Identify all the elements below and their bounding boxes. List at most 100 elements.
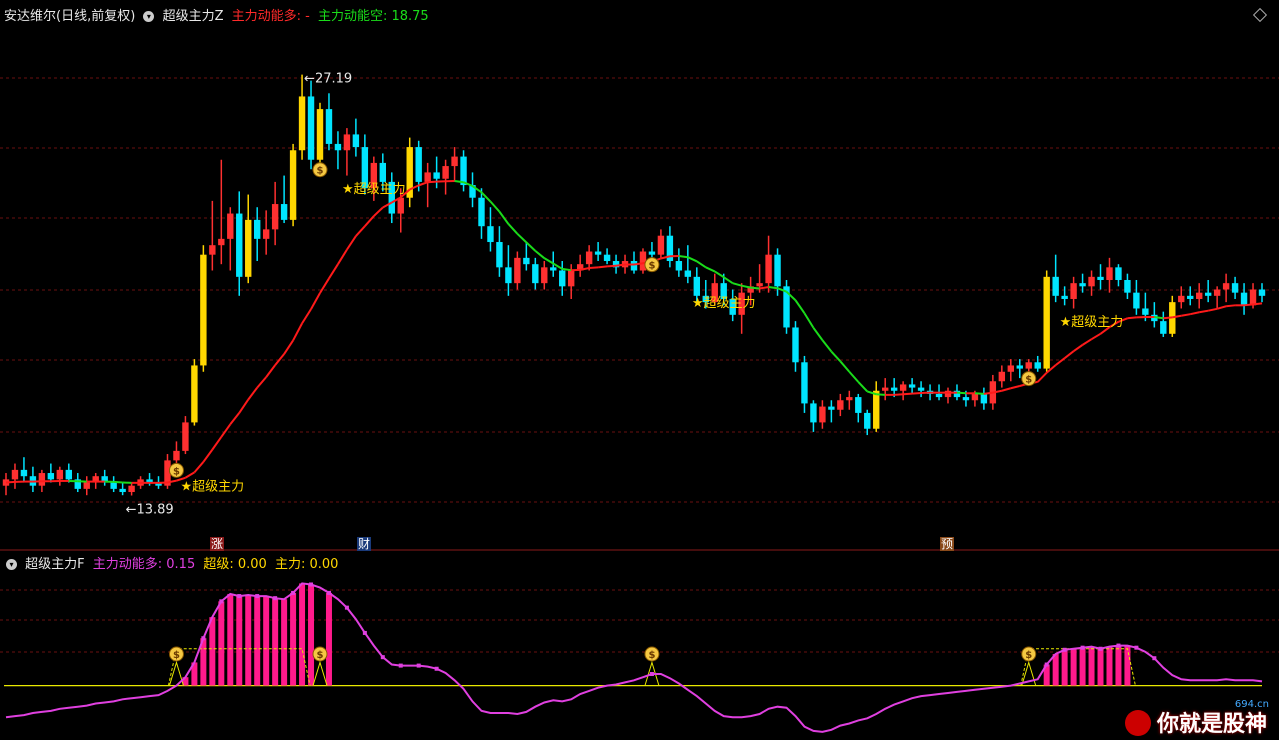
candle-body	[38, 473, 46, 486]
sub-line-dot	[1044, 662, 1049, 667]
candle-body	[200, 254, 207, 366]
candle-body	[882, 387, 889, 391]
indicator-menu-icon[interactable]: ▾	[143, 11, 155, 22]
sub-line-dot	[1062, 647, 1067, 652]
candle-body	[227, 213, 234, 239]
candle-body	[846, 397, 853, 401]
ma-line-segment	[678, 254, 688, 259]
candle-body	[1106, 267, 1113, 280]
ma-line-segment	[220, 423, 232, 438]
sub-line-dot	[1080, 645, 1085, 650]
candle-body	[890, 387, 898, 391]
ma-line-segment	[705, 266, 716, 273]
ma-line-segment	[1216, 305, 1227, 310]
sub-bar	[1124, 645, 1131, 686]
candle-body	[585, 251, 593, 265]
candle-body	[1124, 280, 1131, 293]
sub-bar	[1097, 648, 1104, 686]
candle-body	[917, 387, 925, 391]
ma-line-segment	[1154, 316, 1164, 320]
candle-body	[550, 267, 557, 271]
sub-line-dot	[309, 582, 314, 587]
ma-line-segment	[113, 480, 123, 484]
sub-line-dot	[1152, 656, 1157, 661]
high-label: ←27.19	[304, 72, 352, 87]
sub-bar	[218, 601, 225, 686]
money-bag-icon-glyph: $	[1025, 375, 1032, 386]
event-marker-yu[interactable]: 预	[940, 537, 955, 551]
candle-body	[594, 251, 602, 255]
candle-body	[1079, 283, 1086, 287]
ma-line-segment	[1064, 350, 1075, 359]
main-short-label: 主力动能空: 18.75	[317, 9, 429, 24]
candle-body	[307, 96, 315, 160]
candle-body	[1249, 289, 1257, 306]
candle-body	[245, 219, 252, 277]
candle-body	[1115, 267, 1122, 280]
money-bag-icon-glyph: $	[648, 261, 655, 272]
sub-indicator-menu-icon[interactable]: ▾	[6, 559, 17, 570]
sub-bar	[1061, 649, 1068, 686]
candle-body	[1043, 276, 1050, 369]
candle-body	[20, 469, 28, 477]
candle-body	[514, 257, 521, 284]
candle-body	[1213, 289, 1221, 296]
candle-body	[756, 283, 763, 287]
ma-line-segment	[1243, 303, 1254, 307]
watermark-logo-icon	[1125, 710, 1151, 736]
candle-body	[298, 96, 306, 151]
sub-bar	[1088, 646, 1095, 686]
ma-line-segment	[768, 285, 778, 290]
ma-line-segment	[696, 260, 707, 269]
event-marker-cai[interactable]: 财	[357, 537, 372, 551]
ma-line-segment	[912, 391, 922, 395]
candle-body	[1034, 362, 1041, 369]
candle-body	[819, 406, 826, 423]
candle-body	[325, 109, 333, 144]
candle-body	[424, 172, 431, 182]
candle-body	[630, 261, 638, 271]
ma-line-segment	[1190, 311, 1200, 316]
candle-body	[559, 270, 566, 287]
sub-bar	[272, 598, 279, 686]
candle-body	[254, 219, 261, 239]
ma-line-segment	[607, 264, 617, 268]
ma-line-segment	[821, 339, 833, 353]
sub-line-dot	[1116, 643, 1121, 648]
sub-bar	[308, 584, 315, 686]
candle-body	[810, 403, 817, 423]
candle-body	[801, 362, 808, 404]
sub-bar	[1052, 654, 1059, 686]
ma-line-segment	[1001, 387, 1012, 392]
ma-line-segment	[507, 223, 519, 235]
chart-stage[interactable]: ←27.19 ←13.89 $ $ $ $ ★超级主力 ★超级主力 ★超级主力 ★超级主力 $ $ $ $	[0, 0, 1279, 740]
price-chart[interactable]: ←27.19←13.89$$$$★超级主力★超级主力★超级主力★超级主力$ $ $ $	[0, 0, 1279, 740]
sub-indicator-name[interactable]: 超级主力F	[25, 557, 84, 572]
ma-line-segment	[562, 267, 572, 272]
ma-line-segment	[543, 257, 554, 265]
candle-body	[675, 261, 683, 271]
candle-body	[316, 109, 324, 160]
candle-body	[11, 469, 19, 480]
candle-body	[980, 393, 988, 404]
candle-body	[1178, 295, 1185, 303]
sub-line-dot	[326, 590, 331, 595]
ma-line-segment	[812, 327, 824, 341]
ma-line-segment	[1226, 304, 1236, 308]
ma-line-segment	[876, 393, 886, 396]
sub-line-dot	[649, 672, 654, 677]
candle-body	[1240, 292, 1248, 306]
candle-body	[47, 473, 55, 480]
candle-body	[182, 422, 189, 451]
ma-line-segment	[373, 206, 384, 217]
ma-line-segment	[794, 299, 806, 314]
candle-body	[496, 242, 503, 268]
ma-line-segment	[732, 282, 742, 287]
ma-line-segment	[346, 235, 357, 251]
candle-body	[935, 393, 943, 398]
indicator-main-name[interactable]: 超级主力Z	[163, 9, 224, 24]
event-marker-zhang[interactable]: 涨	[210, 537, 225, 551]
sub-bar	[236, 596, 243, 686]
sub-bar	[1079, 647, 1086, 686]
ma-line-segment	[589, 266, 599, 269]
